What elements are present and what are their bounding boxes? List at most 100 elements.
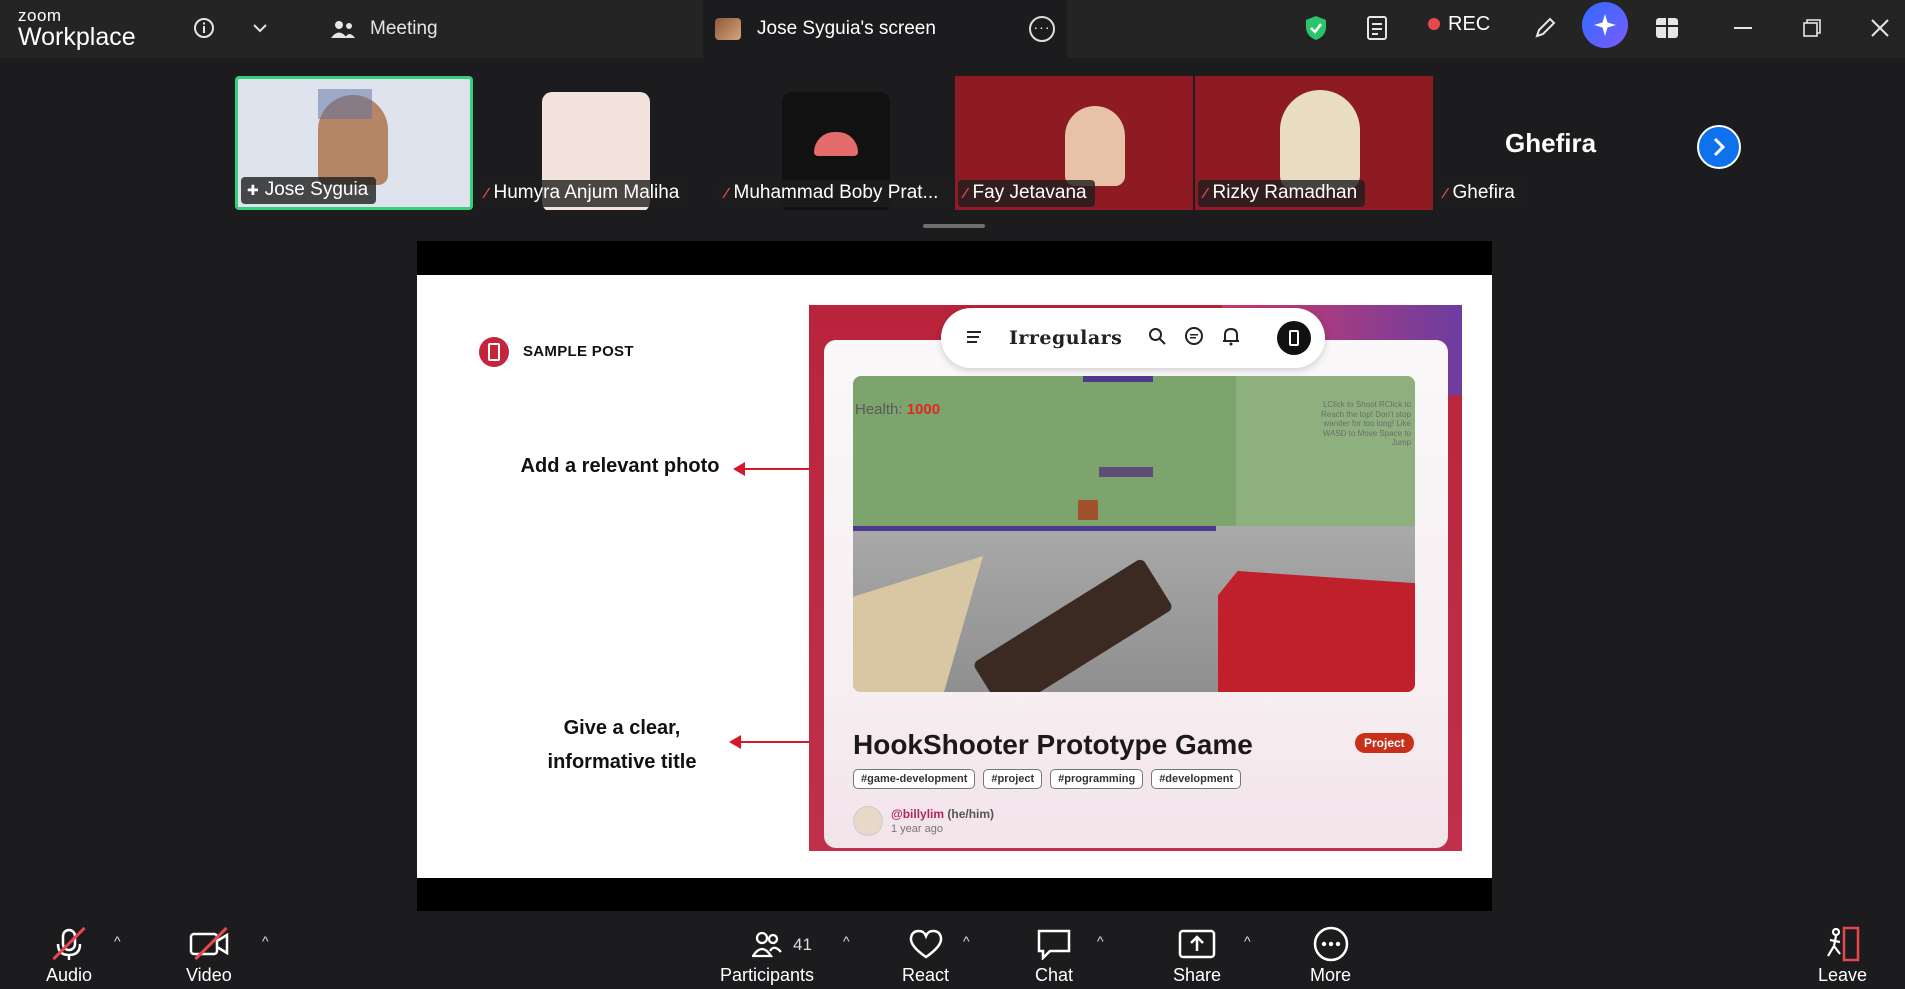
chat-bubble-icon[interactable] (1184, 326, 1204, 351)
participant-name: Rizky Ramadhan (1212, 182, 1358, 203)
audio-button[interactable]: Audio (46, 925, 92, 986)
heart-icon (908, 925, 944, 963)
video-tile-rizky[interactable]: ⁄ Rizky Ramadhan (1195, 76, 1433, 210)
microphone-icon (51, 925, 87, 963)
participant-name: Ghefira (1452, 182, 1515, 203)
participant-name-tag: ✚ Jose Syguia (241, 177, 377, 204)
tag[interactable]: #programming (1050, 769, 1144, 789)
profile-avatar[interactable] (1277, 321, 1311, 355)
post-photo: Health: 1000 LClick to Shoot RClick to R… (853, 376, 1415, 692)
chat-options-caret-icon[interactable]: ^ (1097, 933, 1104, 949)
bell-icon[interactable] (1222, 326, 1240, 351)
mic-muted-icon: ⁄ (964, 184, 967, 202)
record-dot-icon (1428, 18, 1440, 30)
restore-icon[interactable] (1792, 8, 1832, 48)
brand-small: zoom (18, 6, 62, 25)
react-label: React (902, 965, 950, 985)
camera-icon (189, 925, 229, 963)
info-icon[interactable] (184, 8, 224, 48)
more-options-icon[interactable]: ··· (1029, 16, 1055, 42)
tag-list: #game-development #project #programming … (853, 769, 1242, 789)
tag[interactable]: #game-development (853, 769, 976, 789)
participant-name-tag: ⁄ Ghefira (1438, 180, 1523, 207)
share-screen-icon (1178, 925, 1216, 963)
status-badge: Project (1355, 733, 1414, 753)
people-icon (331, 21, 355, 38)
post-author: @billylim (he/him) 1 year ago (853, 806, 994, 836)
chevron-down-icon[interactable] (240, 8, 280, 48)
annotation-photo: Add a relevant photo (520, 455, 720, 477)
author-pronouns: (he/him) (947, 807, 995, 821)
leave-button[interactable]: Leave (1818, 925, 1867, 986)
leave-icon (1824, 925, 1862, 963)
participants-label: Participants (720, 965, 815, 985)
shield-icon[interactable] (1296, 8, 1336, 48)
post-title: HookShooter Prototype Game (853, 729, 1253, 760)
game-red-block (1218, 571, 1415, 692)
pen-icon[interactable] (1525, 8, 1565, 48)
close-icon[interactable] (1860, 8, 1900, 48)
audio-label: Audio (46, 965, 93, 985)
participant-name: Jose Syguia (264, 179, 369, 200)
tab-shared-screen[interactable]: Jose Syguia's screen ··· (703, 0, 1067, 58)
video-button[interactable]: Video (186, 925, 232, 986)
participant-name-tag: ⁄ Rizky Ramadhan (1198, 180, 1366, 207)
menu-icon[interactable] (967, 328, 983, 349)
next-participants-button[interactable] (1697, 125, 1741, 169)
participant-name: Muhammad Boby Prat... (733, 182, 939, 203)
minimize-icon[interactable] (1723, 8, 1763, 48)
share-options-caret-icon[interactable]: ^ (1244, 933, 1251, 949)
share-button[interactable]: Share (1173, 925, 1221, 986)
ai-companion-button[interactable] (1582, 2, 1628, 48)
game-cube (1078, 500, 1098, 520)
health-label: Health: (855, 401, 903, 418)
video-tile-muhammad[interactable]: ⁄ Muhammad Boby Prat... (716, 76, 954, 210)
tab-screen-label: Jose Syguia's screen (757, 18, 936, 39)
video-options-caret-icon[interactable]: ^ (262, 933, 269, 949)
annotation-title-line1: Give a clear, (563, 717, 681, 739)
more-icon (1313, 925, 1349, 963)
chat-label: Chat (1035, 965, 1074, 985)
app-navbar: Irregulars (941, 308, 1325, 368)
mic-muted-icon: ⁄ (485, 184, 488, 202)
video-tile-fay[interactable]: ⁄ Fay Jetavana (955, 76, 1193, 210)
sparkle-icon (1594, 14, 1616, 36)
zoom-logo: zoom Workplace (18, 7, 136, 50)
recording-indicator[interactable]: REC (1428, 0, 1490, 48)
section-label: SAMPLE POST (523, 343, 634, 360)
video-tile-humyra[interactable]: ⁄ Humyra Anjum Maliha (476, 76, 714, 210)
more-button[interactable]: More (1310, 925, 1351, 986)
tab-meeting[interactable]: Meeting (320, 0, 448, 58)
nav-logo[interactable]: Irregulars (1009, 327, 1122, 349)
game-instructions: LClick to Shoot RClick to Reach the top!… (1320, 400, 1411, 448)
brand-big: Workplace (18, 23, 136, 51)
video-label: Video (186, 965, 232, 985)
author-handle[interactable]: @billylim (891, 807, 944, 821)
resize-handle[interactable] (923, 224, 985, 228)
react-button[interactable]: React (902, 925, 949, 986)
tag[interactable]: #development (1151, 769, 1242, 789)
audio-options-caret-icon[interactable]: ^ (114, 933, 121, 949)
irregulars-logo-icon (479, 337, 509, 367)
author-avatar (853, 806, 883, 836)
apps-icon[interactable] (1647, 8, 1687, 48)
tag[interactable]: #project (983, 769, 1043, 789)
video-tile-jose[interactable]: ✚ Jose Syguia (235, 76, 473, 210)
participants-icon (752, 925, 782, 963)
author-name: @billylim (he/him) (891, 807, 994, 821)
game-beam (853, 526, 1216, 531)
pin-icon: ✚ (247, 181, 259, 198)
post-timestamp: 1 year ago (891, 823, 943, 835)
title-bar: zoom Workplace Meeting Jose Syguia's scr… (0, 0, 1905, 58)
presentation-slide: SAMPLE POST Add a relevant photo Give a … (417, 275, 1492, 878)
rec-label: REC (1448, 12, 1491, 35)
chat-icon (1036, 925, 1072, 963)
search-icon[interactable] (1148, 327, 1167, 350)
notes-icon[interactable] (1358, 8, 1398, 48)
react-options-caret-icon[interactable]: ^ (963, 933, 970, 949)
participants-options-caret-icon[interactable]: ^ (843, 933, 850, 949)
participant-name-tag: ⁄ Humyra Anjum Maliha (479, 180, 688, 207)
chat-button[interactable]: Chat (1035, 925, 1073, 986)
participant-name-tag: ⁄ Muhammad Boby Prat... (719, 180, 947, 207)
participant-name-tag: ⁄ Fay Jetavana (958, 180, 1095, 207)
